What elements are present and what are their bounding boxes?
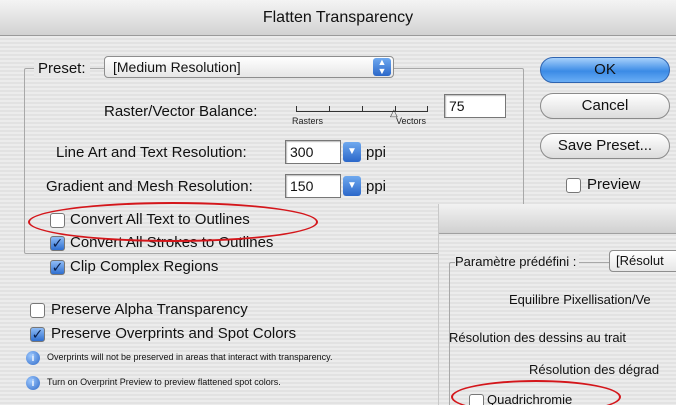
- preset-popup[interactable]: [Medium Resolution] ▲ ▼: [104, 56, 394, 78]
- slider-track: [296, 111, 428, 112]
- french-line-art-label: Résolution des dessins au trait: [449, 330, 627, 345]
- save-preset-label: Save Preset...: [557, 137, 653, 154]
- overprint-preview-note: Turn on Overprint Preview to preview fla…: [47, 377, 281, 387]
- ok-button[interactable]: OK: [540, 57, 670, 83]
- info-icon: i: [26, 351, 40, 365]
- preserve-overprints-checkbox[interactable]: ✓: [30, 327, 45, 342]
- clip-complex-checkbox[interactable]: ✓: [50, 260, 65, 275]
- preserve-overprints-label: Preserve Overprints and Spot Colors: [51, 325, 297, 342]
- preset-label: Preset:: [34, 60, 90, 77]
- preview-checkbox[interactable]: [566, 178, 581, 193]
- preview-label: Preview: [587, 176, 641, 193]
- rasters-label: Rasters: [292, 116, 324, 126]
- french-preset-label: Paramètre prédéfini :: [455, 254, 580, 269]
- vectors-label: Vectors: [396, 116, 427, 126]
- cancel-label: Cancel: [581, 97, 629, 114]
- window-title: Flatten Transparency: [262, 9, 414, 26]
- raster-vector-label: Raster/Vector Balance:: [104, 103, 258, 120]
- overprints-note: Overprints will not be preserved in area…: [47, 352, 333, 362]
- gradient-mesh-unit: ppi: [366, 178, 387, 195]
- slider-tick: [362, 106, 363, 111]
- gradient-mesh-label: Gradient and Mesh Resolution:: [46, 178, 253, 195]
- raster-vector-value-field[interactable]: 75: [444, 94, 506, 118]
- line-art-dropdown-icon[interactable]: ▼: [343, 142, 361, 162]
- save-preset-button[interactable]: Save Preset...: [540, 133, 670, 159]
- french-preset-value: [Résolut: [616, 253, 664, 268]
- preset-value: [Medium Resolution]: [113, 59, 241, 75]
- french-balance-label: Equilibre Pixellisation/Ve: [509, 292, 651, 307]
- window-titlebar[interactable]: Flatten Transparency: [0, 0, 676, 36]
- line-art-unit: ppi: [366, 144, 387, 161]
- slider-tick: [296, 106, 297, 111]
- gradient-mesh-resolution-field[interactable]: 150: [285, 174, 341, 198]
- french-dialog-titlebar: [439, 204, 676, 234]
- line-art-label: Line Art and Text Resolution:: [56, 144, 247, 161]
- highlight-ellipse: [28, 202, 318, 242]
- popup-arrows-icon: ▲ ▼: [373, 58, 391, 76]
- french-gradient-label: Résolution des dégrad: [529, 362, 660, 377]
- slider-tick: [427, 106, 428, 111]
- info-icon: i: [26, 376, 40, 390]
- ok-label: OK: [594, 61, 616, 78]
- convert-strokes-checkbox[interactable]: ✓: [50, 236, 65, 251]
- cancel-button[interactable]: Cancel: [540, 93, 670, 119]
- preserve-alpha-label: Preserve Alpha Transparency: [51, 301, 248, 318]
- french-preset-popup[interactable]: [Résolut: [609, 250, 676, 272]
- french-dialog-overlay: Paramètre prédéfini : [Résolut Equilibre…: [438, 204, 676, 405]
- slider-tick: [329, 106, 330, 111]
- clip-complex-label: Clip Complex Regions: [70, 258, 219, 275]
- raster-vector-slider[interactable]: △ Rasters Vectors: [292, 100, 432, 130]
- gradient-mesh-dropdown-icon[interactable]: ▼: [343, 176, 361, 196]
- line-art-resolution-field[interactable]: 300: [285, 140, 341, 164]
- preserve-alpha-checkbox[interactable]: [30, 303, 45, 318]
